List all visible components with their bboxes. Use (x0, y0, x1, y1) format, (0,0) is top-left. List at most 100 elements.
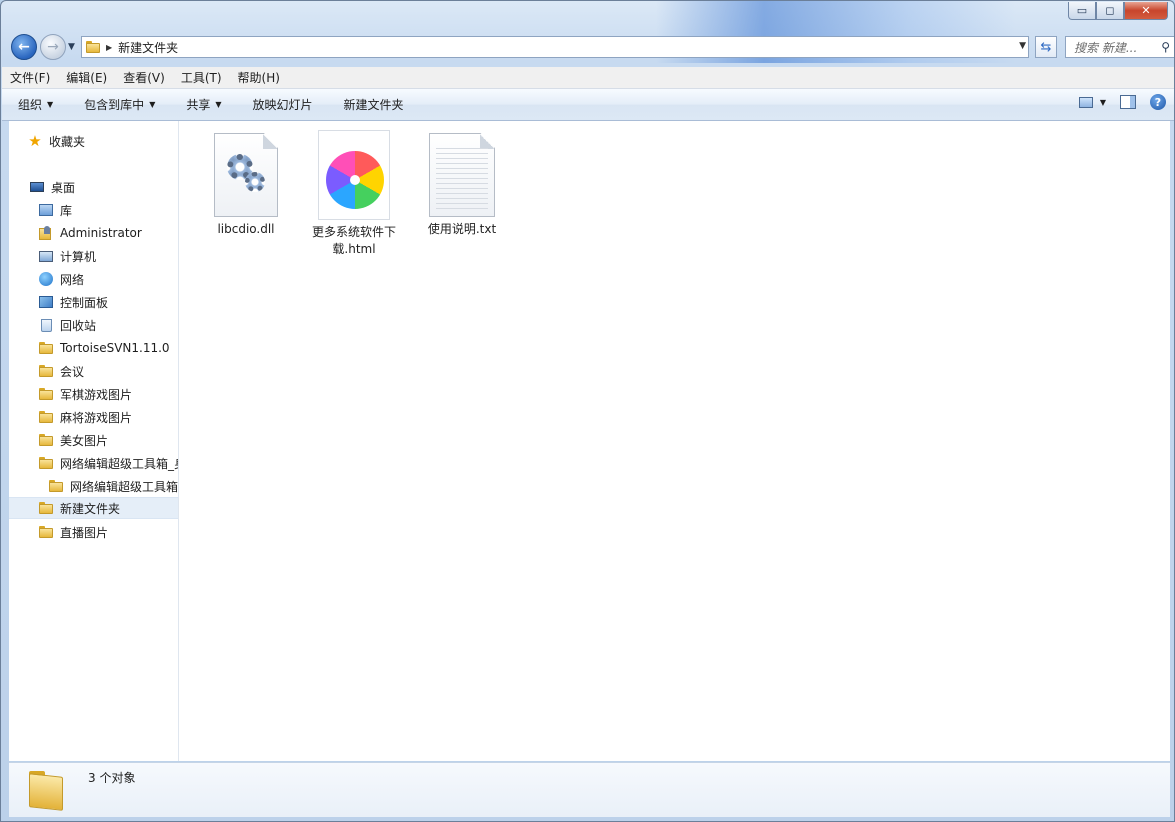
breadcrumb-arrow-icon[interactable]: ▶ (106, 43, 112, 52)
nav-item-folder-selected[interactable]: 新建文件夹 (9, 497, 178, 519)
explorer-window: ▭ ◻ ✕ ← → ▼ ▶ 新建文件夹 ▼ ⇆ 搜索 新建... ⚲ 文件(F)… (0, 0, 1175, 822)
nav-item-recycle-bin[interactable]: 回收站 (38, 314, 178, 336)
nav-item-label: 美女图片 (60, 433, 109, 448)
dropdown-caret-icon: ▼ (47, 100, 54, 109)
nav-item-label: Administrator (60, 226, 142, 240)
preview-pane-icon (1120, 95, 1136, 109)
nav-item-library[interactable]: 库 (38, 199, 178, 221)
folder-icon (38, 363, 54, 379)
organize-label: 组织 (18, 98, 43, 112)
menu-bar: 文件(F) 编辑(E) 查看(V) 工具(T) 帮助(H) (2, 67, 1174, 89)
change-view-button[interactable] (1078, 94, 1094, 110)
nav-item-label: TortoiseSVN1.11.0 (60, 341, 170, 355)
share-button[interactable]: 共享 ▼ (170, 96, 236, 113)
file-item[interactable]: 使用说明.txt (412, 133, 512, 238)
nav-item-folder[interactable]: TortoiseSVN1.11.0 (38, 337, 178, 359)
nav-item-administrator[interactable]: Administrator (38, 222, 178, 244)
dll-gears-icon (214, 133, 278, 217)
folder-icon (38, 340, 54, 356)
folder-icon (38, 386, 54, 402)
new-folder-button[interactable]: 新建文件夹 (328, 96, 419, 113)
nav-item-folder[interactable]: 网络编辑超级工具箱 (48, 475, 179, 497)
nav-item-control-panel[interactable]: 控制面板 (38, 291, 178, 313)
nav-item-folder[interactable]: 会议 (38, 360, 178, 382)
navigation-pane: ★ 收藏夹 桌面 库 Administrator 计算机 网络 控制面板 回收站… (9, 121, 179, 761)
address-bar[interactable]: ▶ 新建文件夹 ▼ (81, 36, 1029, 58)
nav-item-folder[interactable]: 网络编辑超级工具箱_身 (38, 452, 179, 474)
maximize-button[interactable]: ◻ (1096, 2, 1124, 20)
dropdown-caret-icon: ▼ (215, 100, 222, 109)
user-folder-icon (38, 225, 54, 241)
menu-tools[interactable]: 工具(T) (173, 69, 230, 86)
network-icon (38, 271, 54, 287)
refresh-button[interactable]: ⇆ (1035, 36, 1057, 58)
folder-icon (38, 455, 54, 471)
nav-item-computer[interactable]: 计算机 (38, 245, 178, 267)
command-bar: 组织 ▼ 包含到库中 ▼ 共享 ▼ 放映幻灯片 新建文件夹 ▼ ? (2, 89, 1174, 121)
folder-icon (48, 478, 64, 494)
share-label: 共享 (186, 98, 211, 112)
file-name: 更多系统软件下载.html (311, 225, 396, 256)
nav-item-folder[interactable]: 军棋游戏图片 (38, 383, 178, 405)
breadcrumb-current[interactable]: 新建文件夹 (118, 39, 178, 56)
view-icon (1078, 96, 1093, 108)
menu-view[interactable]: 查看(V) (115, 69, 173, 86)
search-input[interactable]: 搜索 新建... ⚲ (1065, 36, 1174, 58)
slideshow-button[interactable]: 放映幻灯片 (237, 96, 328, 113)
file-item[interactable]: libcdio.dll (196, 133, 296, 238)
nav-item-folder[interactable]: 麻将游戏图片 (38, 406, 178, 428)
nav-item-label: 回收站 (60, 318, 97, 333)
minimize-button[interactable]: ▭ (1068, 2, 1096, 20)
caption-buttons: ▭ ◻ ✕ (1068, 2, 1168, 20)
refresh-icon: ⇆ (1040, 39, 1052, 55)
desktop-icon (29, 179, 45, 195)
navigation-bar: ← → ▼ ▶ 新建文件夹 ▼ ⇆ 搜索 新建... ⚲ (9, 34, 1174, 60)
nav-item-label: 库 (60, 203, 73, 218)
close-button[interactable]: ✕ (1124, 2, 1168, 20)
address-dropdown-icon[interactable]: ▼ (1019, 41, 1026, 51)
search-placeholder: 搜索 新建... (1074, 40, 1138, 55)
nav-item-folder[interactable]: 直播图片 (38, 521, 178, 543)
menu-help[interactable]: 帮助(H) (230, 69, 288, 86)
nav-desktop[interactable]: 桌面 (29, 176, 178, 198)
slideshow-label: 放映幻灯片 (252, 98, 313, 112)
forward-button[interactable]: → (40, 34, 66, 60)
preview-pane-button[interactable] (1120, 94, 1136, 110)
include-library-label: 包含到库中 (84, 98, 145, 112)
folder-icon (38, 524, 54, 540)
menu-file[interactable]: 文件(F) (2, 69, 58, 86)
help-icon[interactable]: ? (1150, 94, 1166, 110)
browser-pinwheel-icon (318, 130, 390, 220)
nav-item-label: 新建文件夹 (60, 501, 121, 516)
search-icon[interactable]: ⚲ (1161, 40, 1170, 54)
view-dropdown-icon[interactable]: ▼ (1100, 98, 1106, 107)
file-list: libcdio.dll 更多系统软件下载.html 使用说明.txt (179, 121, 1170, 761)
folder-icon (86, 41, 100, 53)
command-bar-right: ▼ ? (1078, 94, 1166, 110)
nav-item-network[interactable]: 网络 (38, 268, 178, 290)
nav-item-folder[interactable]: 美女图片 (38, 429, 178, 451)
forward-arrow-icon: → (47, 39, 59, 55)
nav-item-label: 网络编辑超级工具箱_身 (60, 456, 179, 471)
menu-edit[interactable]: 编辑(E) (58, 69, 115, 86)
nav-item-label: 控制面板 (60, 295, 109, 310)
nav-favorites-label: 收藏夹 (49, 134, 86, 149)
organize-button[interactable]: 组织 ▼ (2, 96, 68, 113)
folder-icon (38, 409, 54, 425)
back-button[interactable]: ← (11, 34, 37, 60)
dropdown-caret-icon: ▼ (149, 100, 156, 109)
new-folder-label: 新建文件夹 (343, 98, 404, 112)
include-library-button[interactable]: 包含到库中 ▼ (68, 96, 170, 113)
recycle-bin-icon (38, 317, 54, 333)
item-count: 3 个对象 (88, 771, 136, 785)
nav-item-label: 会议 (60, 364, 85, 379)
nav-item-label: 网络编辑超级工具箱 (70, 479, 179, 494)
nav-favorites[interactable]: ★ 收藏夹 (27, 130, 178, 152)
computer-icon (38, 248, 54, 264)
nav-item-label: 计算机 (60, 249, 97, 264)
control-panel-icon (38, 294, 54, 310)
text-document-icon (429, 133, 495, 217)
file-item[interactable]: 更多系统软件下载.html (304, 130, 404, 258)
folder-icon (29, 771, 65, 809)
recent-pages-dropdown[interactable]: ▼ (68, 42, 75, 52)
